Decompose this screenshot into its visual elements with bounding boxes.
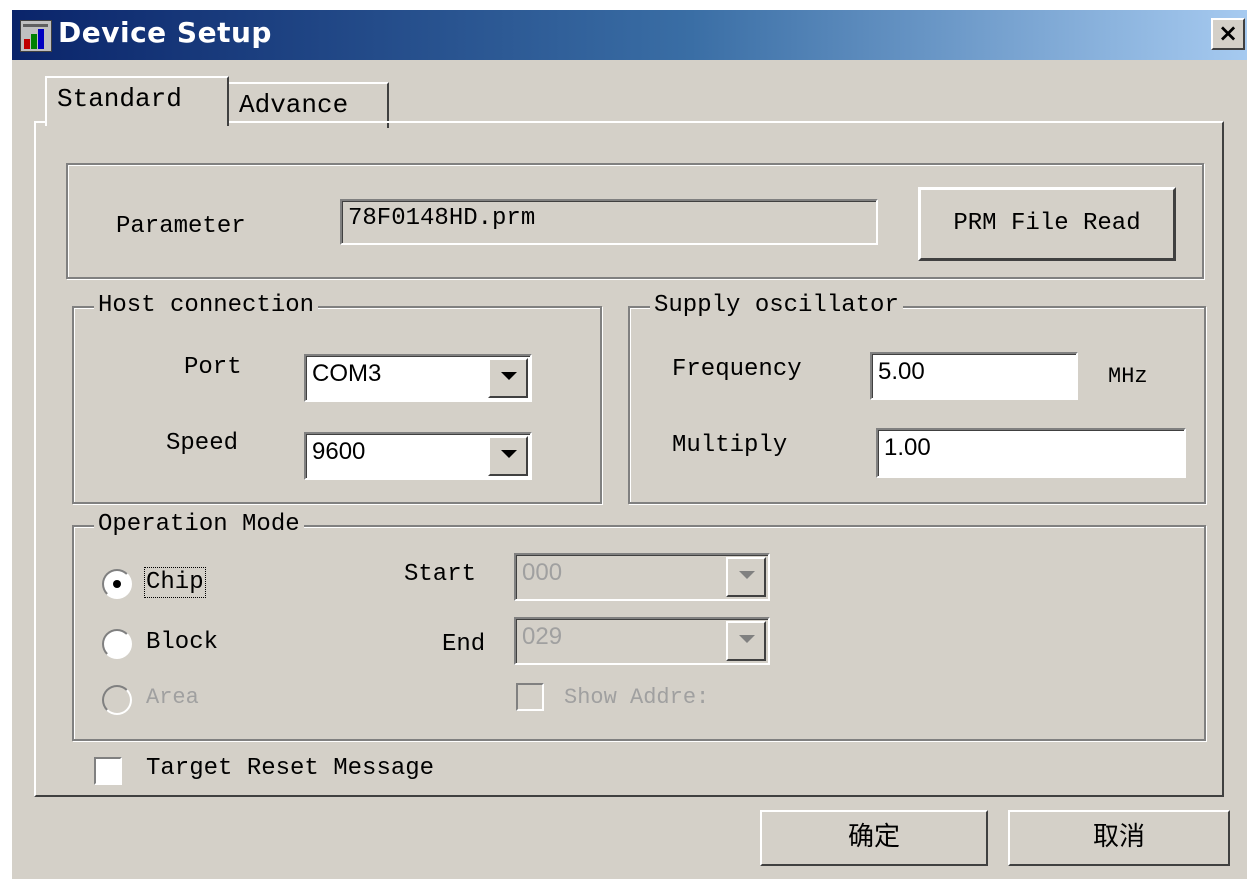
area-label[interactable]: Area	[146, 685, 199, 710]
frequency-label: Frequency	[672, 356, 802, 383]
device-setup-dialog: Device Setup × Standard Advance Paramete…	[12, 10, 1247, 879]
end-label: End	[442, 631, 486, 658]
multiply-input[interactable]: 1.00	[876, 428, 1186, 478]
operation-mode-title: Operation Mode	[94, 511, 304, 538]
host-connection-title: Host connection	[94, 292, 319, 319]
ok-button[interactable]: 确定	[760, 810, 988, 866]
block-radio[interactable]	[102, 629, 132, 659]
parameter-file-group: Parameter 78F0148HD.prm PRM File Read	[66, 163, 1204, 279]
window-title: Device Setup	[58, 16, 272, 49]
end-dropdown[interactable]: 029	[514, 617, 770, 665]
supply-oscillator-title: Supply oscillator	[650, 292, 903, 319]
chip-label[interactable]: Chip	[144, 567, 206, 598]
cancel-button[interactable]: 取消	[1008, 810, 1230, 866]
chevron-down-icon[interactable]	[726, 621, 766, 661]
speed-dropdown[interactable]: 9600	[304, 432, 532, 480]
host-connection-group: Host connection Port COM3 Speed 9600	[72, 292, 602, 504]
show-address-checkbox[interactable]	[516, 683, 544, 711]
speed-value: 9600	[312, 438, 366, 465]
standard-tab-panel: Parameter 78F0148HD.prm PRM File Read Ho…	[34, 121, 1224, 797]
target-reset-label[interactable]: Target Reset Message	[146, 755, 434, 782]
parameter-file-field[interactable]: 78F0148HD.prm	[340, 199, 878, 245]
close-button[interactable]: ×	[1211, 18, 1245, 50]
start-label: Start	[404, 561, 477, 588]
speed-label: Speed	[166, 430, 239, 457]
chevron-down-icon[interactable]	[488, 436, 528, 476]
frequency-input[interactable]: 5.00	[870, 352, 1078, 400]
start-dropdown[interactable]: 000	[514, 553, 770, 601]
app-icon	[20, 20, 52, 52]
port-dropdown[interactable]: COM3	[304, 354, 532, 402]
chevron-down-icon[interactable]	[726, 557, 766, 597]
prm-file-read-button[interactable]: PRM File Read	[918, 187, 1176, 261]
multiply-label: Multiply	[672, 432, 788, 459]
end-value: 029	[522, 623, 563, 650]
tab-standard[interactable]: Standard	[45, 76, 229, 126]
port-label: Port	[184, 354, 242, 381]
target-reset-checkbox[interactable]	[94, 757, 122, 785]
frequency-unit: MHz	[1108, 364, 1148, 389]
parameter-label: Parameter	[116, 213, 246, 240]
area-radio[interactable]	[102, 685, 132, 715]
supply-oscillator-group: Supply oscillator Frequency 5.00 MHz Mul…	[628, 292, 1206, 504]
show-address-label[interactable]: Show Addre:	[564, 685, 709, 710]
port-value: COM3	[312, 360, 382, 387]
block-label[interactable]: Block	[146, 629, 218, 656]
operation-mode-group: Operation Mode Chip Block Area Start 000…	[72, 511, 1206, 741]
title-bar[interactable]: Device Setup ×	[12, 10, 1247, 60]
close-icon: ×	[1217, 19, 1239, 47]
start-value: 000	[522, 559, 563, 586]
chevron-down-icon[interactable]	[488, 358, 528, 398]
chip-radio[interactable]	[102, 569, 132, 599]
